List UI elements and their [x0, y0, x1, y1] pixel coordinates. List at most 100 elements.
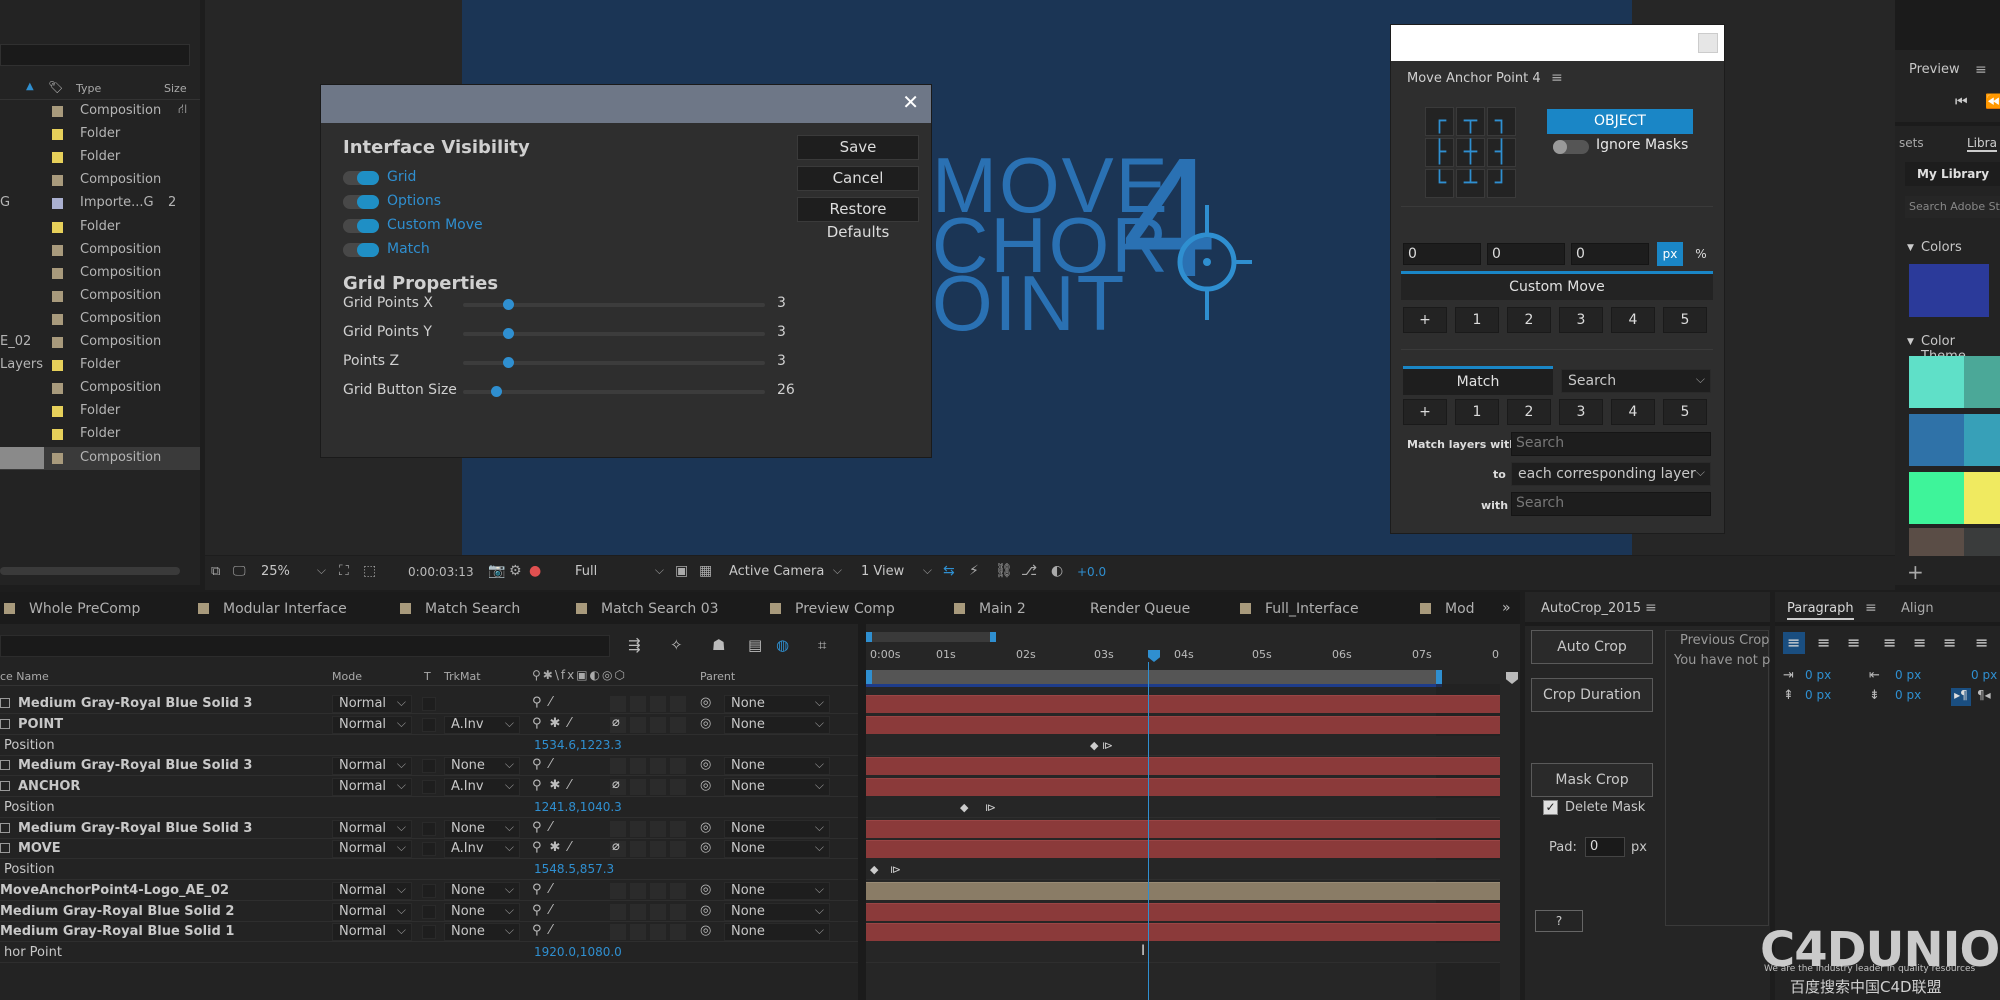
hamburger-menu-icon[interactable]: ≡ — [1975, 62, 1987, 78]
label-color-swatch[interactable] — [52, 429, 63, 441]
layer-switch-boxes[interactable]: ⌀ — [610, 839, 690, 858]
assets-tab[interactable]: sets — [1899, 136, 1924, 150]
preserve-transparency-checkbox[interactable] — [422, 883, 436, 898]
flowchart-icon[interactable]: ⛙ — [178, 102, 187, 119]
layer-row[interactable]: ANCHOR Normal A.Inv ⚲✱⁄ ⌀ ◎ None — [0, 777, 858, 797]
percent-unit-button[interactable]: % — [1689, 242, 1713, 266]
blend-mode-select[interactable]: Normal — [332, 922, 412, 942]
tabs-overflow-icon[interactable]: » — [1502, 600, 1511, 616]
blend-mode-select[interactable]: Normal — [332, 715, 412, 734]
indent-left-value[interactable]: 0 px — [1805, 668, 1831, 682]
transparency-grid-icon[interactable]: ▦ — [699, 563, 712, 579]
comp-tab[interactable]: Match Search — [400, 601, 520, 617]
property-name[interactable]: Position — [4, 800, 55, 815]
exposure-value[interactable]: +0.0 — [1077, 565, 1106, 579]
type-column-header[interactable]: Type — [76, 82, 101, 95]
work-area-end-handle[interactable] — [1436, 670, 1442, 684]
first-frame-icon[interactable]: ⏮ — [1955, 94, 1968, 110]
property-name[interactable]: Position — [4, 738, 55, 753]
keyframe-icon[interactable]: ◆ — [960, 801, 968, 814]
label-tag-icon[interactable]: 🏷 — [48, 80, 63, 94]
property-row[interactable]: hor Point 1920.0,1080.0 — [0, 943, 858, 963]
prev-frame-icon[interactable]: ⏪ — [1985, 94, 2000, 110]
project-item[interactable]: Composition — [0, 262, 200, 285]
snapshot-icon[interactable]: ⧉ — [211, 564, 220, 579]
preserve-transparency-checkbox[interactable] — [422, 925, 436, 940]
visibility-toggle[interactable] — [343, 171, 379, 185]
project-item[interactable]: Composition — [0, 446, 200, 470]
layer-switch-boxes[interactable]: ⌀ — [610, 777, 690, 795]
custom-move-slot-button[interactable]: 4 — [1611, 307, 1655, 333]
switch-box[interactable] — [670, 882, 686, 899]
space-after-value[interactable]: 0 px — [1895, 688, 1921, 702]
layer-name[interactable]: ANCHOR — [18, 779, 80, 794]
label-color-swatch[interactable] — [52, 221, 63, 233]
color-swatch[interactable] — [1909, 264, 1989, 317]
project-item[interactable]: Folder — [0, 216, 200, 239]
region-of-interest-icon[interactable]: ▣ — [675, 563, 688, 579]
pick-whip-icon[interactable]: ◎ — [700, 778, 711, 793]
theme-swatch[interactable] — [1964, 472, 2000, 524]
layer-switch-boxes[interactable] — [610, 924, 690, 941]
layer-switch-boxes[interactable] — [610, 903, 690, 920]
parent-select[interactable]: None — [724, 694, 830, 713]
resolution-select[interactable]: Full — [569, 562, 669, 582]
blend-mode-select[interactable]: Normal — [332, 839, 412, 859]
label-color-swatch[interactable] — [52, 360, 63, 372]
track-matte-select[interactable]: None — [444, 881, 520, 900]
ignore-masks-toggle[interactable] — [1553, 140, 1589, 154]
slider-track[interactable] — [463, 390, 765, 394]
anchor-point-button[interactable]: ┴ — [1456, 169, 1485, 198]
work-area-start-handle[interactable] — [866, 670, 872, 684]
comp-tab[interactable]: Match Search 03 — [576, 601, 719, 617]
match-slot-button[interactable]: 1 — [1455, 399, 1499, 425]
layer-switch-boxes[interactable]: ⌀ — [610, 715, 690, 733]
work-area-navigator[interactable] — [866, 632, 996, 642]
draft-3d-icon[interactable]: ✧ — [670, 636, 683, 654]
close-icon[interactable]: ✕ — [902, 90, 919, 114]
blend-mode-select[interactable]: Normal — [332, 756, 412, 776]
camera-icon[interactable]: 📷 — [488, 563, 505, 579]
layer-switches[interactable]: ⚲⁄ — [532, 695, 560, 710]
label-color-swatch[interactable] — [52, 175, 63, 187]
visibility-toggle-label[interactable]: Custom Move — [387, 217, 483, 233]
custom-move-slot-button[interactable]: + — [1403, 307, 1447, 333]
visibility-toggle-label[interactable]: Grid — [387, 169, 416, 185]
anchor-point-button[interactable]: ┼ — [1456, 138, 1485, 167]
track-matte-select[interactable]: A.Inv — [444, 777, 520, 796]
switch-box[interactable] — [670, 841, 686, 858]
preserve-transparency-checkbox[interactable] — [422, 697, 436, 711]
layer-row[interactable]: MOVE Normal A.Inv ⚲✱⁄ ⌀ ◎ None — [0, 839, 858, 860]
mask-crop-button[interactable]: Mask Crop — [1531, 763, 1653, 797]
shy-icon[interactable]: ☗ — [712, 636, 725, 654]
comp-tab[interactable]: Render Queue — [1090, 601, 1190, 617]
justify-center-icon[interactable]: ≡ — [1913, 633, 1926, 652]
graph-editor-icon[interactable]: ⌗ — [818, 636, 826, 654]
label-color-swatch[interactable] — [52, 406, 63, 418]
label-color-swatch[interactable] — [52, 152, 63, 164]
justify-all-icon[interactable]: ≡ — [1975, 633, 1988, 652]
layer-switch-boxes[interactable] — [610, 696, 690, 712]
comp-tab[interactable]: Modular Interface — [198, 601, 347, 617]
coord-y-input[interactable]: 0 — [1487, 243, 1565, 265]
preserve-transparency-checkbox[interactable] — [422, 904, 436, 919]
time-ruler[interactable]: 0:00s 01s 02s 03s 04s 05s 06s 07s 0 — [866, 644, 1500, 670]
project-item[interactable]: Folder — [0, 423, 200, 446]
channels-icon[interactable]: ● — [529, 563, 541, 579]
camera-select[interactable]: Active Camera — [723, 562, 847, 582]
switch-box[interactable] — [610, 820, 626, 837]
layer-duration-bar[interactable] — [866, 778, 1500, 796]
t-header[interactable]: T — [424, 670, 431, 683]
label-color-swatch[interactable] — [52, 452, 63, 464]
slider-knob[interactable] — [491, 386, 503, 397]
justify-right-icon[interactable]: ≡ — [1943, 633, 1956, 652]
collapse-arrow-icon[interactable]: ▼ — [1907, 337, 1914, 347]
theme-swatch[interactable] — [1909, 414, 1964, 466]
anchor-point-button[interactable]: ┬ — [1456, 107, 1485, 136]
preserve-transparency-checkbox[interactable] — [422, 759, 436, 774]
custom-move-slot-button[interactable]: 5 — [1663, 307, 1707, 333]
label-color-swatch[interactable] — [52, 198, 63, 210]
preserve-transparency-checkbox[interactable] — [422, 821, 436, 836]
anchor-point-button[interactable]: ├ — [1425, 138, 1454, 167]
switch-box[interactable] — [630, 779, 646, 795]
